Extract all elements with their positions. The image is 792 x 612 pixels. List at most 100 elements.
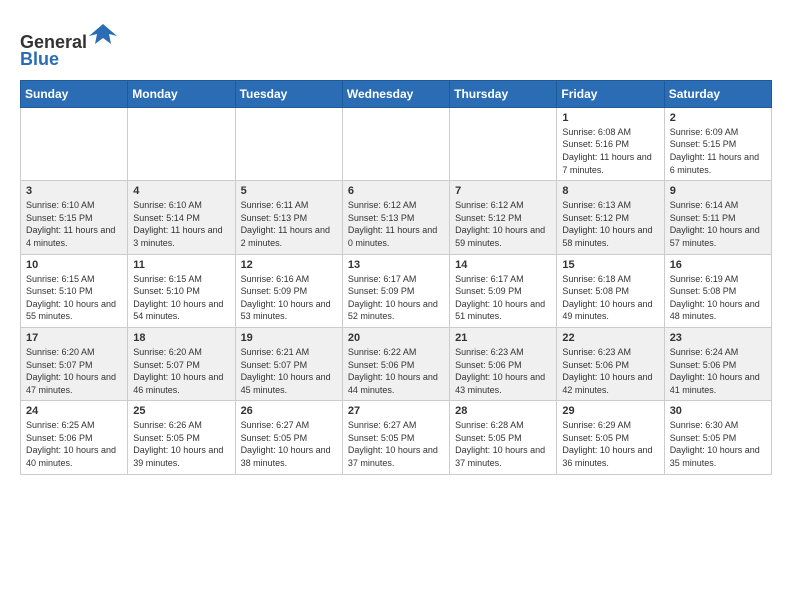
day-number: 18 (133, 332, 229, 344)
calendar-cell: 23 Sunrise: 6:24 AMSunset: 5:06 PMDayligh… (664, 327, 771, 400)
day-number: 27 (348, 405, 444, 417)
day-number: 15 (562, 259, 658, 271)
day-info: Sunrise: 6:23 AMSunset: 5:06 PMDaylight:… (562, 346, 658, 396)
day-number: 5 (241, 185, 337, 197)
day-info: Sunrise: 6:10 AMSunset: 5:15 PMDaylight:… (26, 199, 122, 249)
day-info: Sunrise: 6:30 AMSunset: 5:05 PMDaylight:… (670, 419, 766, 469)
day-number: 28 (455, 405, 551, 417)
day-info: Sunrise: 6:11 AMSunset: 5:13 PMDaylight:… (241, 199, 337, 249)
day-number: 29 (562, 405, 658, 417)
day-info: Sunrise: 6:18 AMSunset: 5:08 PMDaylight:… (562, 273, 658, 323)
weekday-header-friday: Friday (557, 80, 664, 107)
day-info: Sunrise: 6:09 AMSunset: 5:15 PMDaylight:… (670, 126, 766, 176)
calendar-cell: 6 Sunrise: 6:12 AMSunset: 5:13 PMDaylight… (342, 181, 449, 254)
calendar-cell (128, 107, 235, 180)
calendar-cell: 21 Sunrise: 6:23 AMSunset: 5:06 PMDayligh… (450, 327, 557, 400)
calendar-cell: 14Sunrise: 6:17 AMSunset: 5:09 PMDayligh… (450, 254, 557, 327)
day-info: Sunrise: 6:16 AMSunset: 5:09 PMDaylight:… (241, 273, 337, 323)
calendar-cell: 19 Sunrise: 6:21 AMSunset: 5:07 PMDayligh… (235, 327, 342, 400)
day-number: 8 (562, 185, 658, 197)
calendar-cell: 20 Sunrise: 6:22 AMSunset: 5:06 PMDayligh… (342, 327, 449, 400)
day-info: Sunrise: 6:29 AMSunset: 5:05 PMDaylight:… (562, 419, 658, 469)
day-info: Sunrise: 6:24 AMSunset: 5:06 PMDaylight:… (670, 346, 766, 396)
calendar-cell: 30 Sunrise: 6:30 AMSunset: 5:05 PMDayligh… (664, 401, 771, 474)
day-number: 13 (348, 259, 444, 271)
calendar-table: SundayMondayTuesdayWednesdayThursdayFrid… (20, 80, 772, 475)
day-number: 10 (26, 259, 122, 271)
day-number: 4 (133, 185, 229, 197)
day-info: Sunrise: 6:27 AMSunset: 5:05 PMDaylight:… (241, 419, 337, 469)
day-info: Sunrise: 6:22 AMSunset: 5:06 PMDaylight:… (348, 346, 444, 396)
calendar-cell: 7 Sunrise: 6:12 AMSunset: 5:12 PMDaylight… (450, 181, 557, 254)
day-number: 24 (26, 405, 122, 417)
day-info: Sunrise: 6:20 AMSunset: 5:07 PMDaylight:… (133, 346, 229, 396)
calendar-cell: 3Sunrise: 6:10 AMSunset: 5:15 PMDaylight… (21, 181, 128, 254)
day-info: Sunrise: 6:21 AMSunset: 5:07 PMDaylight:… (241, 346, 337, 396)
day-info: Sunrise: 6:12 AMSunset: 5:12 PMDaylight:… (455, 199, 551, 249)
day-info: Sunrise: 6:28 AMSunset: 5:05 PMDaylight:… (455, 419, 551, 469)
day-info: Sunrise: 6:08 AMSunset: 5:16 PMDaylight:… (562, 126, 658, 176)
calendar-cell (235, 107, 342, 180)
day-number: 11 (133, 259, 229, 271)
calendar-cell (450, 107, 557, 180)
calendar-cell: 28 Sunrise: 6:28 AMSunset: 5:05 PMDayligh… (450, 401, 557, 474)
calendar-cell (21, 107, 128, 180)
day-info: Sunrise: 6:10 AMSunset: 5:14 PMDaylight:… (133, 199, 229, 249)
calendar-cell: 27Sunrise: 6:27 AMSunset: 5:05 PMDayligh… (342, 401, 449, 474)
calendar-cell: 18 Sunrise: 6:20 AMSunset: 5:07 PMDayligh… (128, 327, 235, 400)
calendar-cell: 12Sunrise: 6:16 AMSunset: 5:09 PMDayligh… (235, 254, 342, 327)
calendar-cell: 15 Sunrise: 6:18 AMSunset: 5:08 PMDayligh… (557, 254, 664, 327)
day-number: 14 (455, 259, 551, 271)
day-number: 7 (455, 185, 551, 197)
weekday-header-row: SundayMondayTuesdayWednesdayThursdayFrid… (21, 80, 772, 107)
calendar-cell: 16Sunrise: 6:19 AMSunset: 5:08 PMDayligh… (664, 254, 771, 327)
calendar-week-5: 24 Sunrise: 6:25 AMSunset: 5:06 PMDayligh… (21, 401, 772, 474)
day-info: Sunrise: 6:17 AMSunset: 5:09 PMDaylight:… (348, 273, 444, 323)
day-number: 23 (670, 332, 766, 344)
day-number: 30 (670, 405, 766, 417)
weekday-header-saturday: Saturday (664, 80, 771, 107)
calendar-cell (342, 107, 449, 180)
weekday-header-wednesday: Wednesday (342, 80, 449, 107)
day-info: Sunrise: 6:15 AMSunset: 5:10 PMDaylight:… (133, 273, 229, 323)
day-number: 20 (348, 332, 444, 344)
day-info: Sunrise: 6:12 AMSunset: 5:13 PMDaylight:… (348, 199, 444, 249)
weekday-header-tuesday: Tuesday (235, 80, 342, 107)
calendar-week-4: 17 Sunrise: 6:20 AMSunset: 5:07 PMDayligh… (21, 327, 772, 400)
logo: General Blue (20, 20, 117, 70)
calendar-week-1: 1 Sunrise: 6:08 AMSunset: 5:16 PMDaylight… (21, 107, 772, 180)
calendar-cell: 26Sunrise: 6:27 AMSunset: 5:05 PMDayligh… (235, 401, 342, 474)
day-info: Sunrise: 6:15 AMSunset: 5:10 PMDaylight:… (26, 273, 122, 323)
day-info: Sunrise: 6:26 AMSunset: 5:05 PMDaylight:… (133, 419, 229, 469)
day-number: 16 (670, 259, 766, 271)
calendar-cell: 10 Sunrise: 6:15 AMSunset: 5:10 PMDayligh… (21, 254, 128, 327)
weekday-header-monday: Monday (128, 80, 235, 107)
day-number: 9 (670, 185, 766, 197)
calendar-cell: 1 Sunrise: 6:08 AMSunset: 5:16 PMDaylight… (557, 107, 664, 180)
calendar-cell: 29 Sunrise: 6:29 AMSunset: 5:05 PMDayligh… (557, 401, 664, 474)
day-number: 19 (241, 332, 337, 344)
calendar-week-2: 3Sunrise: 6:10 AMSunset: 5:15 PMDaylight… (21, 181, 772, 254)
calendar-cell: 4 Sunrise: 6:10 AMSunset: 5:14 PMDaylight… (128, 181, 235, 254)
calendar-cell: 13 Sunrise: 6:17 AMSunset: 5:09 PMDayligh… (342, 254, 449, 327)
day-number: 21 (455, 332, 551, 344)
calendar-cell: 22Sunrise: 6:23 AMSunset: 5:06 PMDayligh… (557, 327, 664, 400)
calendar-week-3: 10 Sunrise: 6:15 AMSunset: 5:10 PMDayligh… (21, 254, 772, 327)
day-info: Sunrise: 6:20 AMSunset: 5:07 PMDaylight:… (26, 346, 122, 396)
day-info: Sunrise: 6:25 AMSunset: 5:06 PMDaylight:… (26, 419, 122, 469)
day-number: 17 (26, 332, 122, 344)
calendar-cell: 9Sunrise: 6:14 AMSunset: 5:11 PMDaylight… (664, 181, 771, 254)
calendar-cell: 24 Sunrise: 6:25 AMSunset: 5:06 PMDayligh… (21, 401, 128, 474)
day-number: 6 (348, 185, 444, 197)
calendar-cell: 8Sunrise: 6:13 AMSunset: 5:12 PMDaylight… (557, 181, 664, 254)
logo-bird-icon (89, 20, 117, 48)
header: General Blue (20, 16, 772, 70)
day-number: 2 (670, 112, 766, 124)
calendar-cell: 25Sunrise: 6:26 AMSunset: 5:05 PMDayligh… (128, 401, 235, 474)
calendar-cell: 5 Sunrise: 6:11 AMSunset: 5:13 PMDaylight… (235, 181, 342, 254)
day-number: 1 (562, 112, 658, 124)
weekday-header-sunday: Sunday (21, 80, 128, 107)
page: General Blue SundayMondayTuesdayWednesda… (0, 0, 792, 612)
calendar-cell: 2 Sunrise: 6:09 AMSunset: 5:15 PMDaylight… (664, 107, 771, 180)
day-info: Sunrise: 6:23 AMSunset: 5:06 PMDaylight:… (455, 346, 551, 396)
